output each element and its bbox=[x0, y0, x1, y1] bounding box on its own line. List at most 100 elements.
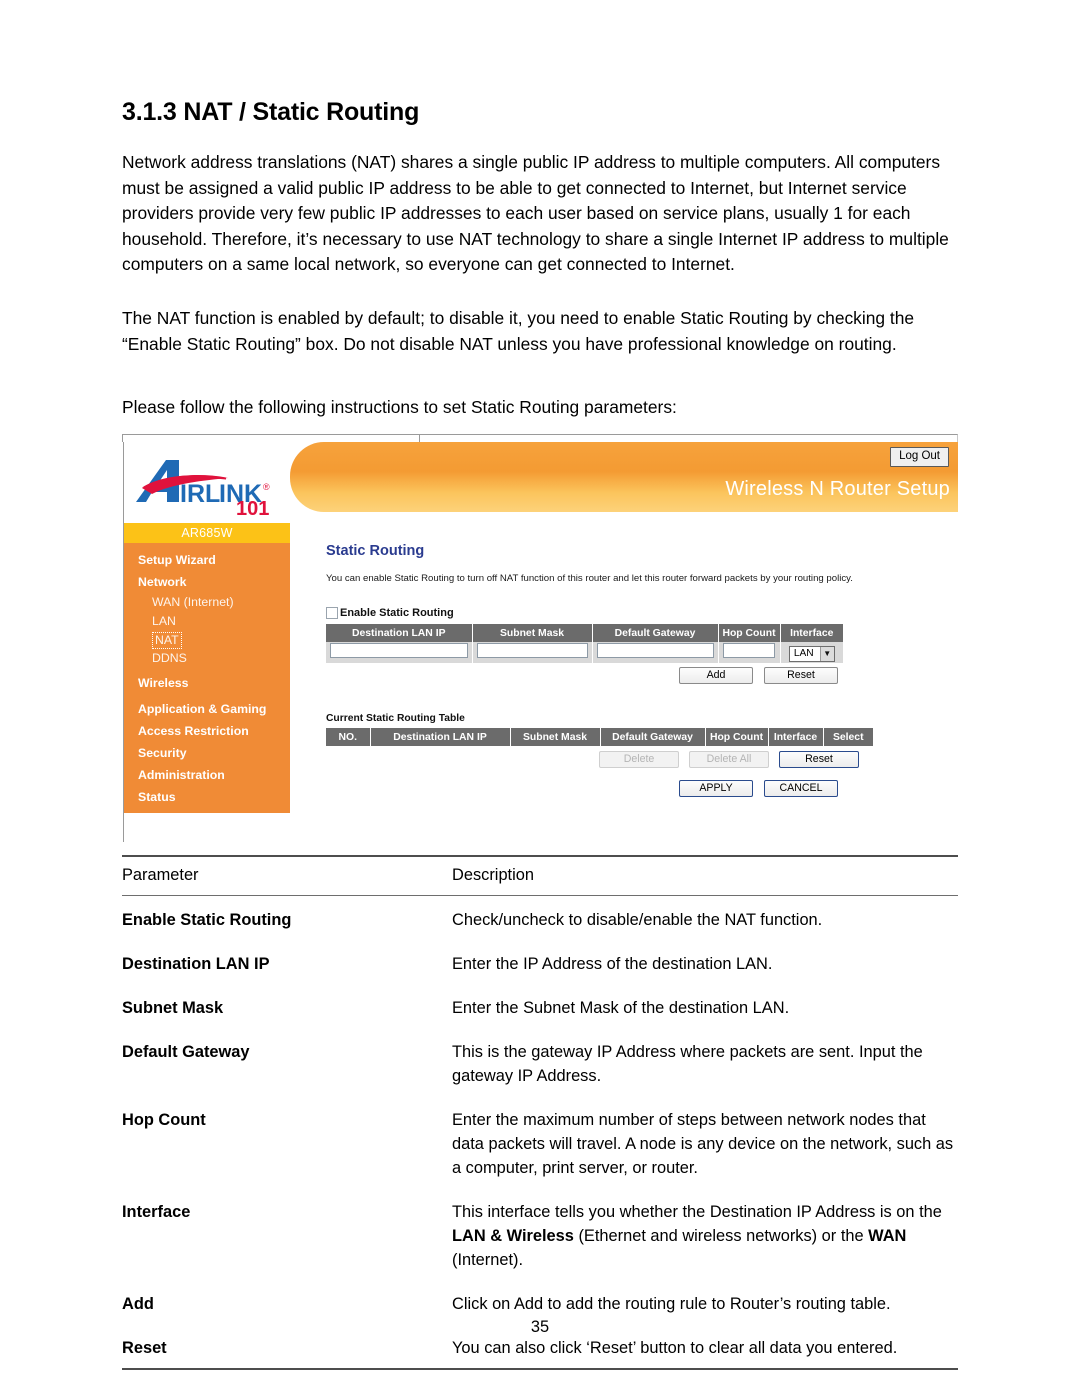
manual-page: 3.1.3 NAT / Static Routing Network addre… bbox=[0, 0, 1080, 1397]
enable-static-routing-checkbox[interactable] bbox=[326, 607, 338, 619]
airlink-logo-icon: I R L INK ® 101 bbox=[136, 460, 270, 520]
panel-footer-buttons: APPLY CANCEL bbox=[679, 780, 838, 797]
param-name-default-gateway: Default Gateway bbox=[122, 1043, 250, 1061]
svg-text:®: ® bbox=[263, 482, 270, 492]
param-description-hop-count: Enter the maximum number of steps betwee… bbox=[452, 1111, 954, 1177]
sidebar-item-lan[interactable]: LAN bbox=[124, 612, 290, 631]
sidebar-item-access-restriction[interactable]: Access Restriction bbox=[124, 720, 290, 742]
sidebar-item-label: NAT bbox=[155, 633, 179, 647]
router-header-shape bbox=[290, 442, 958, 512]
enable-static-routing-row: Enable Static Routing bbox=[326, 607, 454, 619]
subnet-mask-input[interactable] bbox=[476, 642, 588, 658]
sidebar-item-label: Wireless bbox=[138, 676, 189, 690]
sidebar-item-network[interactable]: Network bbox=[124, 571, 290, 593]
paragraph-instructions-lead: Please follow the following instructions… bbox=[122, 397, 677, 417]
window-chrome-seam bbox=[419, 434, 420, 442]
model-badge: AR685W bbox=[124, 523, 290, 543]
sidebar-item-label: Network bbox=[138, 575, 187, 589]
page-number: 35 bbox=[530, 1318, 550, 1336]
default-gateway-input[interactable] bbox=[596, 642, 714, 658]
param-name-interface: Interface bbox=[122, 1203, 191, 1221]
router-sidebar: AR685W Setup Wizard Network WAN (Internet)… bbox=[124, 523, 290, 813]
entry-reset-button[interactable]: Reset bbox=[764, 667, 838, 684]
routing-table-buttons: Delete Delete All Reset bbox=[599, 751, 859, 768]
col-select: Select bbox=[823, 728, 873, 746]
entry-form-buttons: Add Reset bbox=[679, 667, 838, 684]
router-main-panel: Static Routing You can enable Static Rou… bbox=[290, 523, 958, 842]
sidebar-item-label: Status bbox=[138, 790, 176, 804]
sidebar-item-label: Application & Gaming bbox=[138, 702, 267, 716]
param-table-row: Default Gateway This is the gateway IP Ad… bbox=[122, 1028, 958, 1096]
svg-text:R: R bbox=[187, 480, 205, 508]
screenshot-window-chrome bbox=[122, 434, 958, 442]
router-header-title: Wireless N Router Setup bbox=[725, 478, 950, 500]
sidebar-item-security[interactable]: Security bbox=[124, 742, 290, 764]
col-hop-count: Hop Count bbox=[718, 624, 781, 642]
cancel-button[interactable]: CANCEL bbox=[764, 780, 838, 797]
param-table-row: Subnet Mask Enter the Subnet Mask of the … bbox=[122, 984, 958, 1028]
apply-button[interactable]: APPLY bbox=[679, 780, 753, 797]
sidebar-item-label: Administration bbox=[138, 768, 225, 782]
param-column-header: Parameter bbox=[122, 866, 199, 884]
param-description-interface: This interface tells you whether the Des… bbox=[452, 1203, 942, 1269]
table-reset-button[interactable]: Reset bbox=[779, 751, 859, 768]
hop-count-input[interactable] bbox=[723, 642, 775, 658]
sidebar-item-administration[interactable]: Administration bbox=[124, 764, 290, 786]
current-static-routing-table: NO. Destination LAN IP Subnet Mask Defau… bbox=[326, 728, 873, 746]
col-destination-lan-ip: Destination LAN IP bbox=[370, 728, 511, 746]
routing-table-header-row: NO. Destination LAN IP Subnet Mask Defau… bbox=[326, 728, 873, 746]
page-title: 3.1.3 NAT / Static Routing bbox=[122, 98, 420, 126]
delete-all-button[interactable]: Delete All bbox=[689, 751, 769, 768]
panel-description: You can enable Static Routing to turn of… bbox=[326, 573, 853, 584]
param-description-subnet-mask: Enter the Subnet Mask of the destination… bbox=[452, 999, 790, 1017]
router-header-bar: Wireless N Router Setup Log Out bbox=[290, 442, 958, 523]
routing-table-caption: Current Static Routing Table bbox=[326, 713, 465, 724]
sidebar-item-label: Setup Wizard bbox=[138, 553, 216, 567]
sidebar-item-wan-internet[interactable]: WAN (Internet) bbox=[124, 593, 290, 612]
svg-text:I: I bbox=[180, 480, 187, 508]
sidebar-item-wireless[interactable]: Wireless bbox=[124, 672, 290, 694]
param-name-destination-lan-ip: Destination LAN IP bbox=[122, 955, 270, 973]
param-description-destination-lan-ip: Enter the IP Address of the destination … bbox=[452, 955, 773, 973]
sidebar-item-label: Access Restriction bbox=[138, 724, 249, 738]
param-table-header-row: Parameter Description bbox=[122, 857, 958, 895]
add-button[interactable]: Add bbox=[679, 667, 753, 684]
param-table-row: Hop Count Enter the maximum number of ste… bbox=[122, 1096, 958, 1188]
interface-select[interactable]: LAN ▼ bbox=[788, 645, 835, 662]
brand-logo-cell: I R L INK ® 101 bbox=[124, 442, 290, 523]
sidebar-item-label: Security bbox=[138, 746, 187, 760]
col-default-gateway: Default Gateway bbox=[592, 624, 719, 642]
logout-button[interactable]: Log Out bbox=[890, 447, 949, 467]
enable-static-routing-label: Enable Static Routing bbox=[340, 607, 454, 619]
sidebar-item-application-gaming[interactable]: Application & Gaming bbox=[124, 698, 290, 720]
sidebar-item-ddns[interactable]: DDNS bbox=[124, 649, 290, 668]
col-subnet-mask: Subnet Mask bbox=[510, 728, 601, 746]
sidebar-item-label: LAN bbox=[152, 614, 176, 628]
sidebar-item-nat[interactable]: NAT bbox=[152, 632, 182, 649]
delete-button[interactable]: Delete bbox=[599, 751, 679, 768]
entry-table-header-row: Destination LAN IP Subnet Mask Default G… bbox=[326, 624, 843, 642]
router-ui-screenshot: I R L INK ® 101 Wireless N Router Setup … bbox=[122, 434, 958, 844]
col-interface: Interface bbox=[768, 728, 824, 746]
col-hop-count: Hop Count bbox=[705, 728, 769, 746]
sidebar-item-label: WAN (Internet) bbox=[152, 595, 234, 609]
description-column-header: Description bbox=[452, 866, 534, 884]
interface-select-value: LAN bbox=[793, 648, 814, 660]
sidebar-item-setup-wizard[interactable]: Setup Wizard bbox=[124, 549, 290, 571]
col-no: NO. bbox=[326, 728, 371, 746]
airlink-logo: I R L INK ® 101 bbox=[136, 454, 282, 520]
col-default-gateway: Default Gateway bbox=[600, 728, 706, 746]
param-table-row: Interface This interface tells you whethe… bbox=[122, 1188, 958, 1280]
svg-text:101: 101 bbox=[236, 498, 269, 516]
svg-text:L: L bbox=[205, 480, 220, 508]
paragraph-nat-disable: The NAT function is enabled by default; … bbox=[122, 308, 915, 354]
param-name-enable-static-routing: Enable Static Routing bbox=[122, 911, 292, 929]
sidebar-item-status[interactable]: Status bbox=[124, 786, 290, 808]
panel-title: Static Routing bbox=[326, 543, 425, 559]
destination-lan-ip-input[interactable] bbox=[330, 642, 468, 658]
entry-table-input-row: LAN ▼ bbox=[326, 642, 843, 663]
paragraph-nat-overview: Network address translations (NAT) share… bbox=[122, 152, 949, 275]
sidebar-item-label: DDNS bbox=[152, 651, 187, 665]
col-destination-lan-ip: Destination LAN IP bbox=[326, 624, 473, 642]
col-subnet-mask: Subnet Mask bbox=[472, 624, 593, 642]
